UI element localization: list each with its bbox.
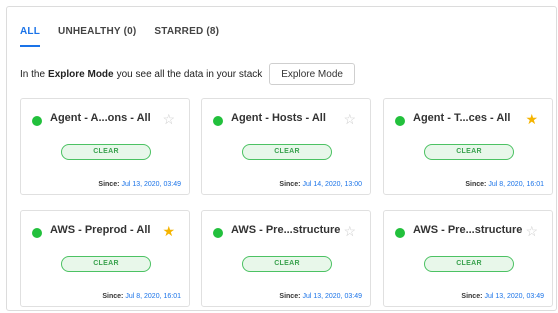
since-label: Since: [461, 293, 483, 300]
card-title[interactable]: Agent - Hosts - All [231, 112, 326, 124]
since-label: Since: [465, 181, 487, 188]
tab-unhealthy[interactable]: UNHEALTHY (0) [58, 21, 136, 47]
card-title[interactable]: Agent - A...ons - All [50, 112, 151, 124]
since-line: Since: Jul 8, 2020, 16:01 [465, 181, 544, 188]
status-dot-icon [213, 116, 223, 126]
status-card[interactable]: Agent - T...ces - All ★ CLEAR Since: Jul 8, … [383, 98, 553, 195]
since-line: Since: Jul 14, 2020, 13:00 [279, 181, 362, 188]
status-badge: CLEAR [242, 144, 332, 160]
status-badge: CLEAR [61, 144, 151, 160]
status-dot-icon [395, 228, 405, 238]
explore-prefix-text: In the [20, 68, 46, 80]
status-card[interactable]: Agent - Hosts - All ☆ CLEAR Since: Jul 14, 2… [201, 98, 371, 195]
status-dot-icon [32, 116, 42, 126]
since-timestamp[interactable]: Jul 13, 2020, 03:49 [121, 181, 181, 188]
since-timestamp[interactable]: Jul 8, 2020, 16:01 [488, 181, 544, 188]
star-icon[interactable]: ☆ [343, 223, 356, 239]
since-label: Since: [102, 293, 124, 300]
status-card[interactable]: Agent - A...ons - All ☆ CLEAR Since: Jul 13,… [20, 98, 190, 195]
since-line: Since: Jul 8, 2020, 16:01 [102, 293, 181, 300]
status-badge: CLEAR [242, 256, 332, 272]
since-line: Since: Jul 13, 2020, 03:49 [279, 293, 362, 300]
status-badge: CLEAR [424, 144, 514, 160]
status-card[interactable]: AWS - Pre...structure ☆ CLEAR Since: Jul 13,… [201, 210, 371, 307]
dashboard-panel: ALL UNHEALTHY (0) STARRED (8) In the Exp… [6, 6, 557, 311]
since-timestamp[interactable]: Jul 13, 2020, 03:49 [484, 293, 544, 300]
star-icon[interactable]: ☆ [525, 223, 538, 239]
star-icon[interactable]: ☆ [162, 111, 175, 127]
since-line: Since: Jul 13, 2020, 03:49 [461, 293, 544, 300]
card-title[interactable]: AWS - Pre...structure [413, 224, 522, 236]
tab-starred[interactable]: STARRED (8) [154, 21, 219, 47]
since-timestamp[interactable]: Jul 8, 2020, 16:01 [125, 293, 181, 300]
tab-bar: ALL UNHEALTHY (0) STARRED (8) [20, 21, 237, 47]
since-line: Since: Jul 13, 2020, 03:49 [98, 181, 181, 188]
status-badge: CLEAR [424, 256, 514, 272]
star-icon[interactable]: ☆ [343, 111, 356, 127]
card-grid: Agent - A...ons - All ☆ CLEAR Since: Jul 13,… [20, 98, 558, 309]
since-timestamp[interactable]: Jul 14, 2020, 13:00 [302, 181, 362, 188]
since-label: Since: [98, 181, 120, 188]
card-title[interactable]: AWS - Preprod - All [50, 224, 150, 236]
status-dot-icon [213, 228, 223, 238]
status-card[interactable]: AWS - Preprod - All ★ CLEAR Since: Jul 8, 20… [20, 210, 190, 307]
star-icon[interactable]: ★ [162, 223, 175, 239]
status-dot-icon [32, 228, 42, 238]
since-timestamp[interactable]: Jul 13, 2020, 03:49 [302, 293, 362, 300]
star-icon[interactable]: ★ [525, 111, 538, 127]
status-dot-icon [395, 116, 405, 126]
since-label: Since: [279, 293, 301, 300]
explore-mode-row: In the Explore Mode you see all the data… [20, 62, 355, 86]
card-title[interactable]: AWS - Pre...structure [231, 224, 340, 236]
status-card[interactable]: AWS - Pre...structure ☆ CLEAR Since: Jul 13,… [383, 210, 553, 307]
tab-all[interactable]: ALL [20, 21, 41, 47]
explore-bold-text: Explore Mode [48, 68, 114, 80]
since-label: Since: [279, 181, 301, 188]
explore-mode-button[interactable]: Explore Mode [269, 63, 355, 85]
status-badge: CLEAR [61, 256, 151, 272]
card-title[interactable]: Agent - T...ces - All [413, 112, 510, 124]
explore-suffix-text: you see all the data in your stack [116, 68, 263, 80]
